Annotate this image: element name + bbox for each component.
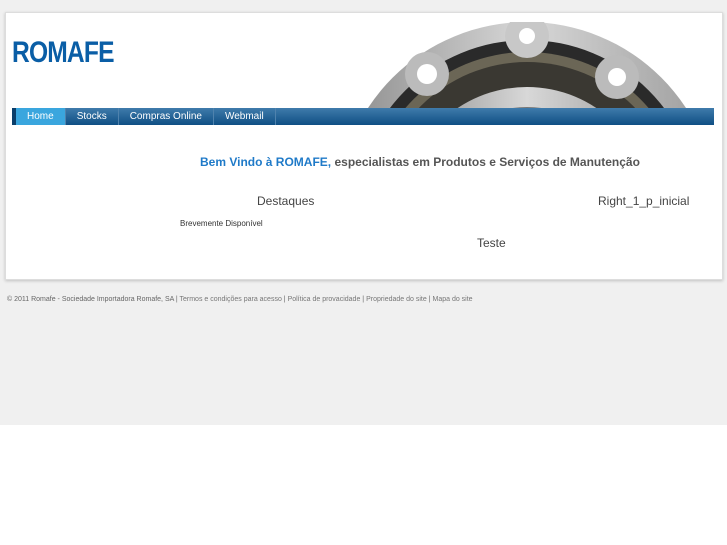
- footer-link-propriedade[interactable]: Propriedade do site: [366, 296, 427, 303]
- main-nav: Home Stocks Compras Online Webmail: [12, 108, 714, 125]
- footer-link-termos[interactable]: Termos e condições para acesso: [180, 296, 282, 303]
- welcome-heading: Bem Vindo à ROMAFE, especialistas em Pro…: [200, 155, 640, 169]
- nav-webmail[interactable]: Webmail: [214, 108, 276, 125]
- teste-heading: Teste: [477, 236, 506, 250]
- footer-link-mapa[interactable]: Mapa do site: [433, 296, 473, 303]
- romafe-logo[interactable]: ROMAFE: [12, 36, 115, 70]
- bearing-banner-image: [337, 22, 713, 108]
- footer: © 2011 Romafe - Sociedade Importadora Ro…: [7, 296, 473, 303]
- welcome-text: especialistas em Produtos e Serviços de …: [331, 155, 640, 169]
- nav-home[interactable]: Home: [16, 108, 66, 125]
- destaques-heading: Destaques: [257, 194, 315, 208]
- brevemente-text: Brevemente Disponível: [180, 219, 263, 228]
- footer-link-privacidade[interactable]: Política de provacidade: [288, 296, 361, 303]
- nav-stocks[interactable]: Stocks: [66, 108, 119, 125]
- copyright: © 2011 Romafe - Sociedade Importadora Ro…: [7, 296, 174, 303]
- right-panel-heading: Right_1_p_inicial: [598, 194, 690, 208]
- welcome-highlight: Bem Vindo à ROMAFE,: [200, 155, 332, 169]
- nav-compras-online[interactable]: Compras Online: [119, 108, 214, 125]
